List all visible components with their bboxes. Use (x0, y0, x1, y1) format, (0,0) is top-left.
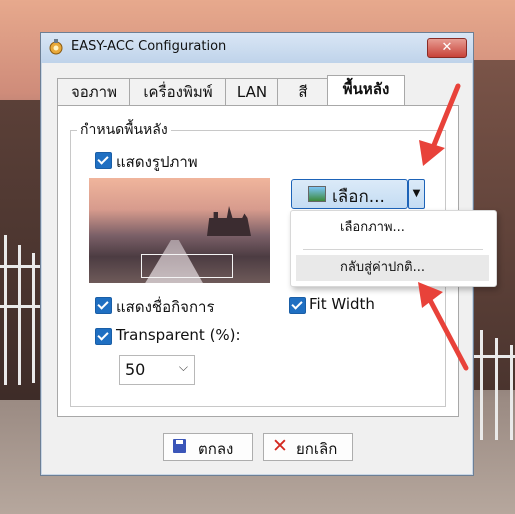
annotation-arrow-top (419, 83, 461, 166)
annotation-arrow-bottom (418, 282, 469, 371)
annotation-arrows (418, 83, 469, 371)
